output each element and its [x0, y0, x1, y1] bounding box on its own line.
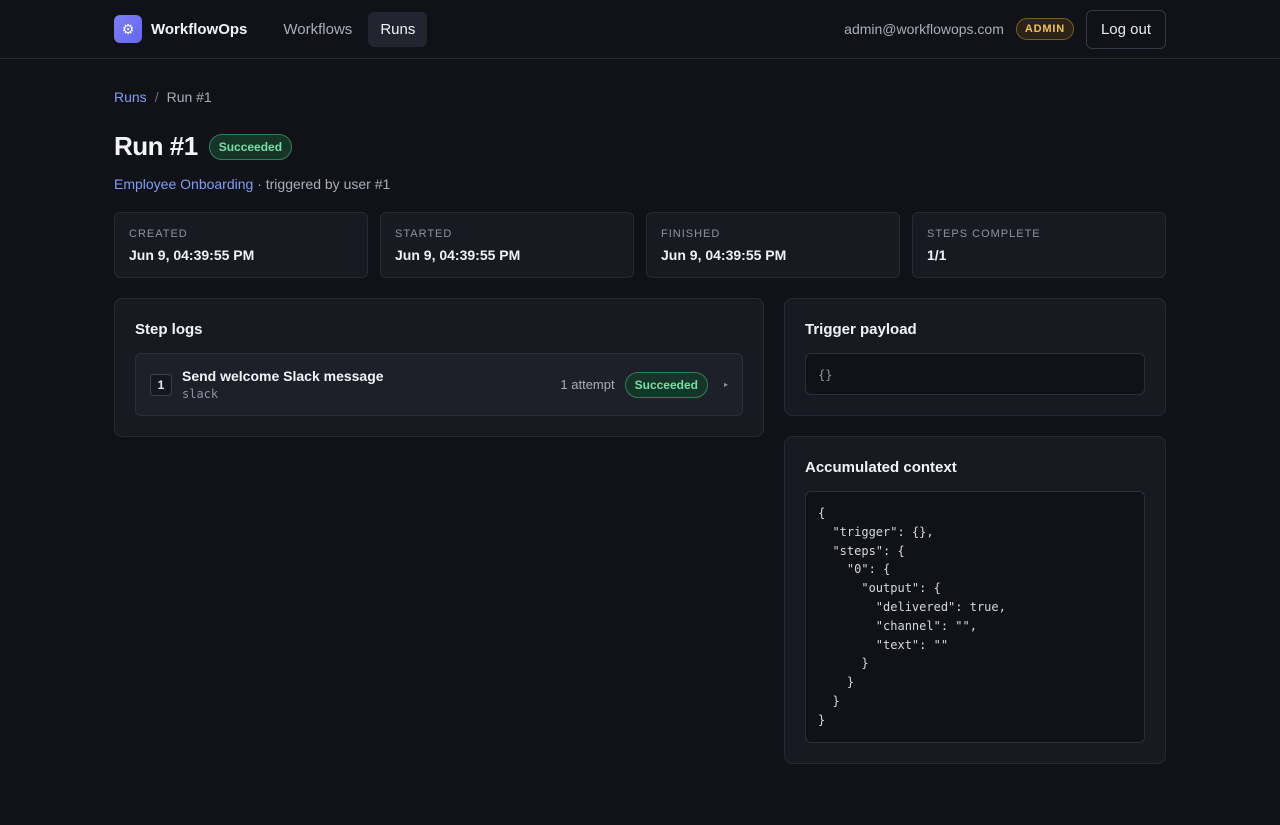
title-row: Run #1 Succeeded [114, 131, 1166, 162]
workflow-link[interactable]: Employee Onboarding [114, 176, 253, 192]
step-logs-card: Step logs 1 Send welcome Slack message s… [114, 298, 764, 437]
stat-steps-complete: STEPS COMPLETE 1/1 [912, 212, 1166, 278]
main-nav: Workflows Runs [271, 11, 428, 47]
step-attempts: 1 attempt [560, 377, 615, 392]
stat-value: Jun 9, 04:39:55 PM [129, 247, 255, 263]
step-logs-title: Step logs [135, 321, 203, 338]
stat-started: STARTED Jun 9, 04:39:55 PM [380, 212, 634, 278]
run-subtitle: Employee Onboarding · triggered by user … [114, 176, 1166, 192]
step-log-row[interactable]: 1 Send welcome Slack message slack 1 att… [135, 353, 743, 416]
user-email: admin@workflowops.com [844, 21, 1004, 37]
step-status-badge: Succeeded [624, 371, 708, 398]
brand-name: WorkflowOps [151, 20, 248, 38]
triggered-by-text: · triggered by user #1 [253, 176, 391, 192]
breadcrumb-current: Run #1 [166, 89, 212, 105]
accumulated-context-code: { "trigger": {}, "steps": { "0": { "outp… [805, 491, 1145, 743]
logout-button[interactable]: Log out [1085, 9, 1166, 49]
trigger-payload-code: {} [805, 353, 1145, 395]
trigger-payload-card: Trigger payload {} [784, 298, 1166, 416]
user-area: admin@workflowops.com ADMIN Log out [844, 9, 1166, 49]
step-meta: 1 attempt Succeeded ▸ [560, 371, 728, 398]
stat-finished: FINISHED Jun 9, 04:39:55 PM [646, 212, 900, 278]
breadcrumb: Runs / Run #1 [114, 89, 1166, 105]
step-type: slack [182, 387, 219, 401]
brand[interactable]: ⚙ WorkflowOps [114, 15, 247, 43]
step-name: Send welcome Slack message [182, 368, 384, 384]
stat-label: STEPS COMPLETE [927, 228, 1041, 240]
nav-item-workflows[interactable]: Workflows [271, 12, 364, 47]
stat-value: Jun 9, 04:39:55 PM [661, 247, 787, 263]
stat-value: Jun 9, 04:39:55 PM [395, 247, 521, 263]
breadcrumb-separator: / [154, 89, 159, 105]
stat-label: STARTED [395, 228, 453, 240]
right-column: Trigger payload {} Accumulated context {… [784, 298, 1166, 764]
stat-label: CREATED [129, 228, 188, 240]
run-stats: CREATED Jun 9, 04:39:55 PM STARTED Jun 9… [114, 212, 1166, 278]
trigger-payload-title: Trigger payload [805, 321, 917, 338]
step-index: 1 [150, 373, 172, 396]
step-text: Send welcome Slack message slack [182, 368, 384, 401]
accumulated-context-card: Accumulated context { "trigger": {}, "st… [784, 436, 1166, 764]
status-badge: Succeeded [208, 133, 293, 160]
role-badge: ADMIN [1015, 18, 1074, 40]
gear-icon: ⚙ [114, 15, 142, 43]
top-navigation-bar: ⚙ WorkflowOps Workflows Runs admin@workf… [0, 0, 1280, 59]
stat-created: CREATED Jun 9, 04:39:55 PM [114, 212, 368, 278]
nav-item-runs[interactable]: Runs [368, 11, 428, 47]
caret-right-icon[interactable]: ▸ [724, 380, 728, 389]
run-details: Step logs 1 Send welcome Slack message s… [114, 298, 1166, 764]
stat-value: 1/1 [927, 247, 947, 263]
main-content: Runs / Run #1 Run #1 Succeeded Employee … [0, 89, 1280, 764]
stat-label: FINISHED [661, 228, 721, 240]
accumulated-context-title: Accumulated context [805, 459, 957, 476]
page-title: Run #1 [114, 131, 198, 161]
breadcrumb-runs-link[interactable]: Runs [114, 89, 147, 105]
